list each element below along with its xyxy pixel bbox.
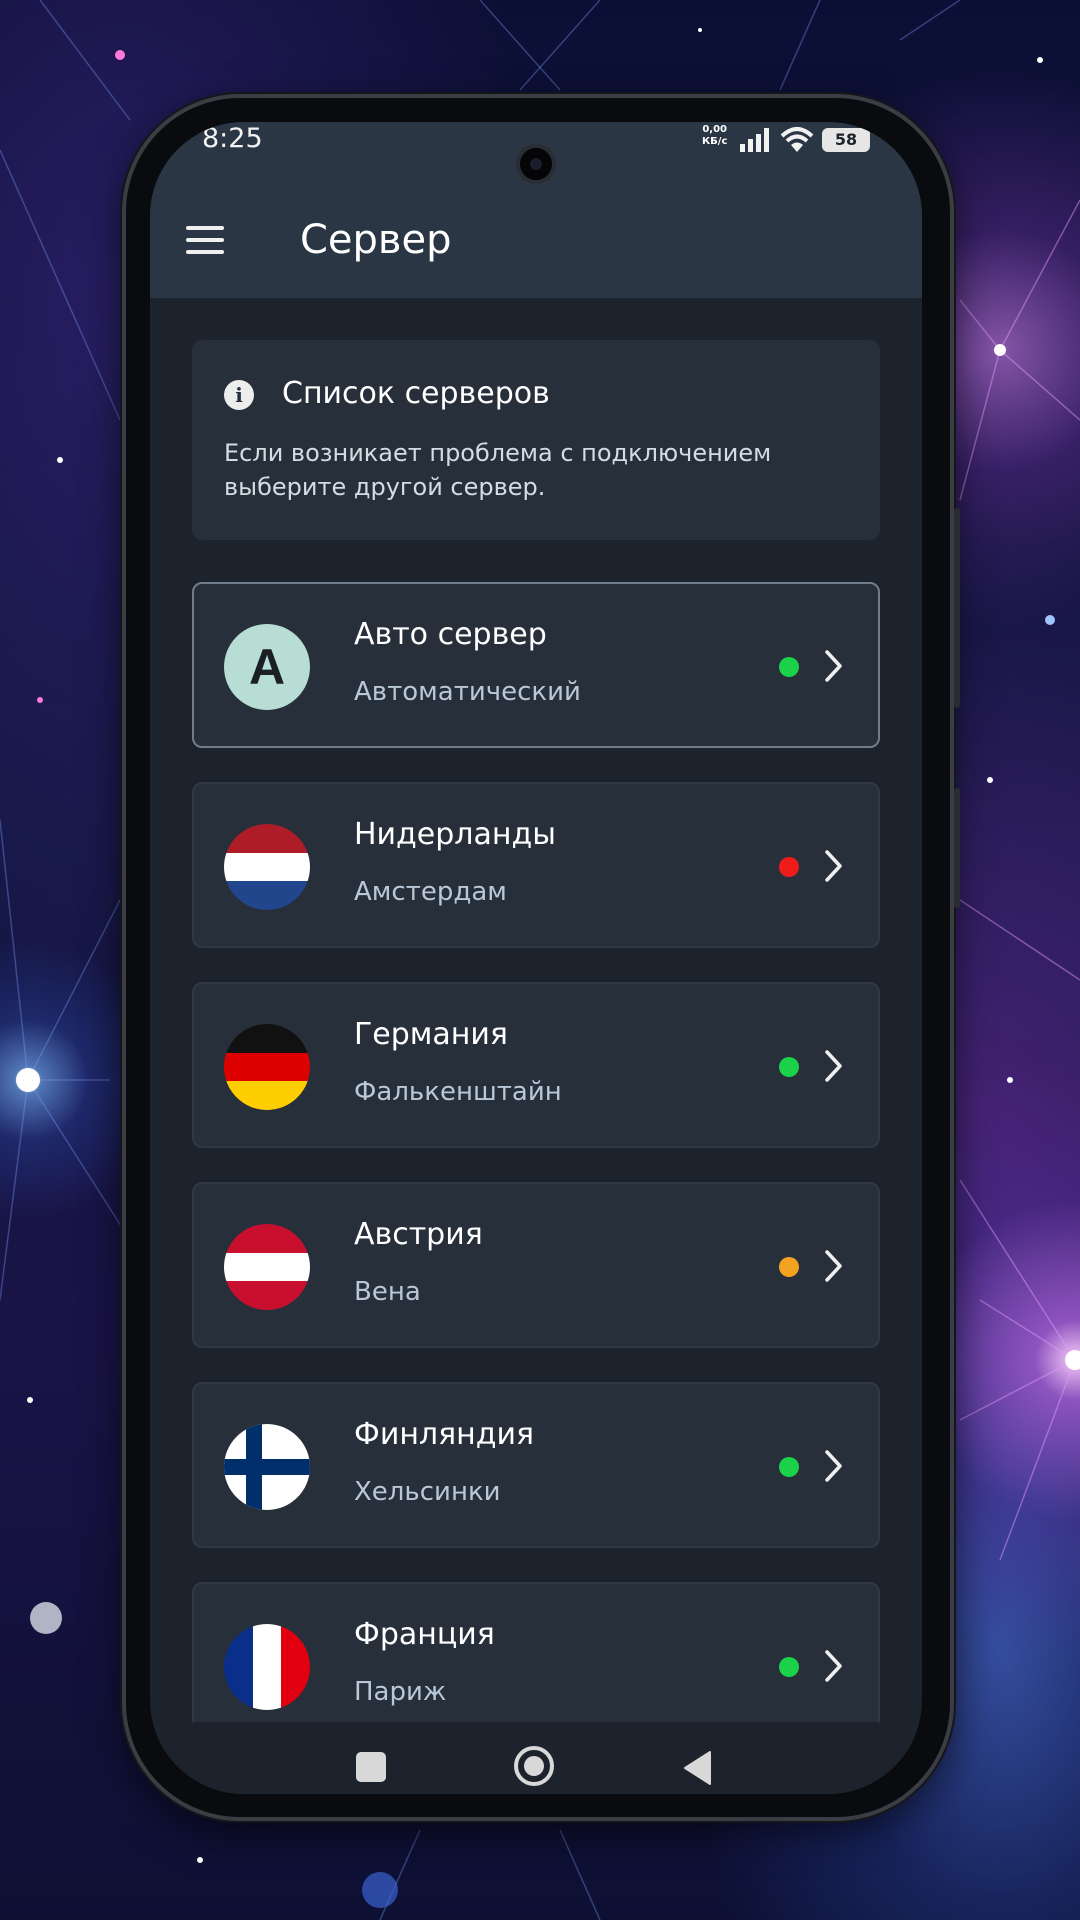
at-flag-icon [224,1224,310,1310]
chevron-right-icon [825,1250,842,1282]
server-item-netherlands[interactable]: Нидерланды Амстердам [192,782,880,948]
chevron-right-icon [825,1450,842,1482]
server-name: Финляндия [354,1417,535,1452]
chevron-right-icon [825,1050,842,1082]
home-icon[interactable] [514,1746,554,1786]
wifi-icon [780,127,814,152]
info-card: i Список серверов Если возникает проблем… [192,340,880,540]
network-speed: 0,00 КБ/с [702,124,727,148]
server-name: Франция [354,1617,495,1652]
network-speed-unit: КБ/с [702,136,728,147]
server-city: Хельсинки [354,1477,501,1507]
server-name: Нидерланды [354,817,556,852]
hamburger-menu-icon[interactable] [184,222,226,258]
server-name: Германия [354,1017,508,1052]
fi-flag-icon [224,1424,310,1510]
server-item-auto[interactable]: A Авто сервер Автоматический [192,582,880,748]
network-speed-value: 0,00 [702,124,728,135]
server-city: Фалькенштайн [354,1077,562,1107]
server-item-germany[interactable]: Германия Фалькенштайн [192,982,880,1148]
de-flag-icon [224,1024,310,1110]
system-nav-bar [150,1722,922,1794]
server-item-finland[interactable]: Финляндия Хельсинки [192,1382,880,1548]
status-dot-green [779,1057,799,1077]
front-camera [516,144,556,184]
fr-flag-icon [224,1624,310,1710]
signal-icon [740,128,769,152]
info-text: Если возникает проблема с подключением в… [224,439,772,501]
battery-icon: 58 [822,128,870,152]
volume-button [954,508,960,708]
page-title: Сервер [300,217,452,263]
nl-flag-icon [224,824,310,910]
server-name: Авто сервер [354,617,547,652]
server-city: Париж [354,1677,447,1707]
server-city: Автоматический [354,677,581,707]
status-dot-orange [779,1257,799,1277]
info-title: Список серверов [282,376,550,411]
server-city: Амстердам [354,877,507,907]
status-dot-green [779,657,799,677]
status-dot-red [779,857,799,877]
app-header: 8:25 0,00 КБ/с 58 Сервер [150,122,922,298]
server-item-austria[interactable]: Австрия Вена [192,1182,880,1348]
back-icon[interactable] [682,1750,712,1786]
info-icon: i [224,380,254,410]
chevron-right-icon [825,650,842,682]
status-dot-green [779,1657,799,1677]
power-button [954,788,960,908]
chevron-right-icon [825,850,842,882]
status-time: 8:25 [202,123,263,154]
auto-server-badge: A [224,624,310,710]
status-dot-green [779,1457,799,1477]
chevron-right-icon [825,1650,842,1682]
server-name: Австрия [354,1217,483,1252]
phone-screen: 8:25 0,00 КБ/с 58 Сервер i Список сервер… [150,122,922,1794]
recent-apps-icon[interactable] [356,1752,386,1782]
server-city: Вена [354,1277,421,1307]
